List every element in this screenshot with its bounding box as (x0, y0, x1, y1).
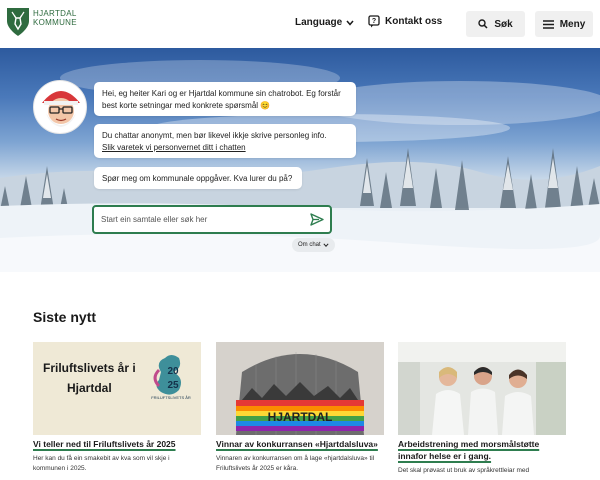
news-card-image: HJARTDAL (216, 342, 384, 435)
search-icon (478, 19, 488, 29)
search-button[interactable]: Søk (466, 11, 525, 37)
menu-button[interactable]: Meny (535, 11, 593, 37)
santa-avatar-icon (42, 91, 80, 127)
site-header: HJARTDAL KOMMUNE Language ? Kontakt oss … (0, 0, 600, 48)
poster-line1: Friluftslivets år i (43, 361, 136, 375)
hamburger-icon (542, 19, 554, 29)
badge-caption: FRILUFTSLIVETS ÅR (151, 395, 191, 400)
contact-question-icon: ? (368, 15, 380, 28)
news-card[interactable]: HJARTDAL Vinnar av konkurransen «Hjartda… (216, 342, 386, 474)
chat-message-greeting: Hei, eg heiter Kari og er Hjartdal kommu… (94, 82, 356, 116)
news-card[interactable]: Arbeidstrening med morsmålstøtte innafor… (398, 342, 568, 476)
chat-search-input[interactable] (101, 215, 301, 224)
language-label: Language (295, 17, 343, 28)
news-card-title[interactable]: Arbeidstrening med morsmålstøtte innafor… (398, 438, 568, 462)
chevron-down-icon (346, 20, 354, 26)
news-card-description: Det skal prøvast ut bruk av språkrettlei… (398, 467, 530, 474)
news-card-title[interactable]: Vi teller ned til Friluftslivets år 2025 (33, 438, 203, 450)
search-label: Søk (494, 18, 513, 30)
news-card-description: Vinnaren av konkurransen om å lage «hjar… (216, 455, 375, 472)
svg-text:?: ? (372, 18, 376, 25)
logo-line2: KOMMUNE (33, 18, 77, 27)
chatbot-avatar (33, 80, 87, 134)
hat-text: HJARTDAL (268, 410, 333, 424)
healthcare-workers-photo (398, 342, 566, 435)
news-section-title: Siste nytt (33, 309, 97, 325)
about-chat-label: Om chat (298, 242, 321, 248)
news-card[interactable]: Friluftslivets år i Hjartdal 20 25 FRILU… (33, 342, 203, 474)
chat-input-box (92, 205, 332, 234)
news-card-description: Her kan du få ein smakebit av kva som vi… (33, 455, 170, 472)
about-chat-button[interactable]: Om chat (292, 238, 335, 252)
menu-label: Meny (559, 18, 586, 30)
chat-message-prompt: Spør meg om kommunale oppgåver. Kva lure… (94, 167, 302, 189)
send-icon[interactable] (310, 213, 324, 226)
chevron-down-icon (323, 243, 329, 247)
badge-year-top: 20 (167, 366, 179, 377)
badge-year-bottom: 25 (167, 380, 179, 391)
site-logo[interactable]: HJARTDAL KOMMUNE (6, 7, 77, 37)
news-card-image (398, 342, 566, 435)
contact-label: Kontakt oss (385, 16, 443, 27)
news-card-title[interactable]: Vinnar av konkurransen «Hjartdalsluva» (216, 438, 386, 450)
friluftsliv-2025-badge: 20 25 FRILUFTSLIVETS ÅR (151, 355, 191, 400)
poster-line2: Hjartdal (67, 381, 112, 395)
privacy-link[interactable]: Slik varetek vi personvernet ditt i chat… (102, 143, 246, 152)
language-selector[interactable]: Language (295, 17, 354, 28)
privacy-text: Du chattar anonymt, men bør likevel ikkj… (102, 131, 327, 140)
knitted-hat-image: HJARTDAL (216, 342, 384, 435)
logo-shield-icon (7, 8, 29, 36)
contact-link[interactable]: ? Kontakt oss (368, 15, 442, 28)
logo-line1: HJARTDAL (33, 9, 77, 18)
friluftsliv-poster-image: Friluftslivets år i Hjartdal 20 25 FRILU… (43, 355, 191, 400)
chat-message-privacy: Du chattar anonymt, men bør likevel ikkj… (94, 124, 356, 158)
news-card-image: Friluftslivets år i Hjartdal 20 25 FRILU… (33, 342, 201, 435)
